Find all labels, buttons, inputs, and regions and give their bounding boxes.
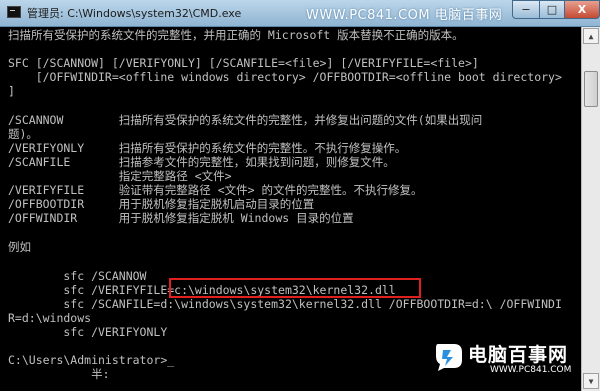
console-line: 扫描所有受保护的系统文件的完整性，并用正确的 Microsoft 版本替换不正确… bbox=[8, 28, 464, 42]
console-line: [/OFFWINDIR=<offline windows directory> … bbox=[8, 70, 562, 84]
console-line: /SCANFILE 扫描参考文件的完整性，如果找到问题，则修复文件。 bbox=[8, 155, 395, 169]
close-button[interactable]: X bbox=[564, 0, 600, 19]
console-line: sfc /SCANFILE=d:\windows\system32\kernel… bbox=[8, 297, 562, 311]
console-line: /OFFBOOTDIR 用于脱机修复指定脱机启动目录的位置 bbox=[8, 197, 315, 211]
console-line: SFC [/SCANNOW] [/VERIFYONLY] [/SCANFILE=… bbox=[8, 56, 479, 70]
console-line: 例如 bbox=[8, 240, 31, 254]
scroll-down-icon[interactable]: ▼ bbox=[583, 373, 599, 389]
logo-mark-icon bbox=[436, 344, 462, 371]
console-line: /OFFWINDIR 用于脱机修复指定脱机 Windows 目录的位置 bbox=[8, 211, 354, 225]
console-line: sfc /VERIFYONLY bbox=[8, 325, 168, 339]
console-line: /VERIFYFILE 验证带有完整路径 <文件> 的文件的完整性。不执行修复。 bbox=[8, 183, 423, 197]
console-line: 指定完整路径 <文件> bbox=[8, 169, 232, 183]
maximize-button[interactable]: □ bbox=[539, 0, 565, 19]
ime-indicator: 半: bbox=[8, 367, 110, 381]
site-logo: 电脑百事网 WWW.PC841.COM bbox=[434, 338, 584, 378]
console-line: /SCANNOW 扫描所有受保护的系统文件的完整性，并修复出问题的文件(如果出现… bbox=[8, 113, 483, 127]
cmd-icon bbox=[7, 6, 21, 18]
console-line: /VERIFYONLY 扫描所有受保护的系统文件的完整性。不执行修复操作。 bbox=[8, 141, 407, 155]
console-line: R=d:\windows bbox=[8, 311, 92, 325]
title-bar[interactable]: 管理员: C:\Windows\system32\CMD.exe WWW.PC8… bbox=[0, 0, 600, 27]
console-output[interactable]: 扫描所有受保护的系统文件的完整性，并用正确的 Microsoft 版本替换不正确… bbox=[4, 27, 579, 391]
close-icon: X bbox=[577, 3, 587, 16]
minimize-button[interactable]: − bbox=[512, 0, 540, 19]
console-line: ] bbox=[8, 84, 15, 98]
command-prompt[interactable]: C:\Users\Administrator>_ bbox=[8, 354, 174, 367]
scrollbar-thumb[interactable] bbox=[584, 71, 598, 107]
window-title: 管理员: C:\Windows\system32\CMD.exe bbox=[27, 7, 242, 20]
logo-name: 电脑百事网 bbox=[468, 344, 569, 366]
scroll-up-icon[interactable]: ▲ bbox=[583, 28, 599, 44]
highlight-box bbox=[169, 278, 421, 298]
console-line: 题)。 bbox=[8, 127, 38, 141]
maximize-icon: □ bbox=[546, 3, 558, 16]
cmd-window: 管理员: C:\Windows\system32\CMD.exe WWW.PC8… bbox=[0, 0, 600, 391]
minimize-icon: − bbox=[521, 3, 531, 16]
logo-url: WWW.PC841.COM bbox=[490, 365, 572, 375]
watermark-text: WWW.PC841.COM 电脑百事网 bbox=[306, 8, 503, 23]
vertical-scrollbar[interactable]: ▲ ▼ bbox=[581, 27, 600, 391]
console-line: sfc /SCANNOW bbox=[8, 269, 147, 283]
